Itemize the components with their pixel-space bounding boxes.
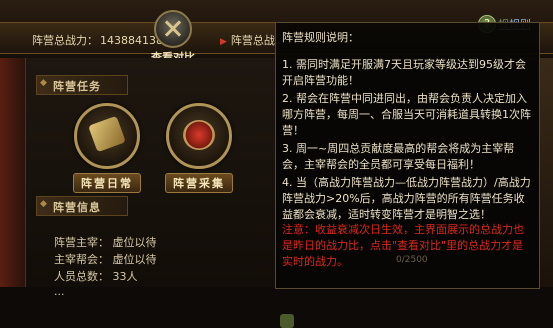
- task-gather[interactable]: 阵营采集: [162, 103, 236, 193]
- gear-icon[interactable]: [280, 314, 294, 328]
- tooltip-title: 阵营规则说明：: [282, 31, 359, 44]
- rule-4: 4. 当（高战力阵营战力—低战力阵营战力）/高战力阵营战力>20%后，高战力阵营…: [282, 176, 531, 221]
- triangle-icon: ▶: [220, 37, 227, 47]
- info-section-header: 阵营信息: [36, 196, 128, 216]
- crossed-swords-icon: [154, 10, 192, 48]
- rule-1: 1. 需同时满足开服满7天且玩家等级达到95级才会开启阵营功能！: [282, 58, 526, 87]
- rule-2: 2. 帮会在阵营中同进同出，由帮会负责人决定加入哪方阵营，每周一、合服当天可消耗…: [282, 92, 531, 137]
- info-section-title: 阵营信息: [53, 201, 101, 214]
- info-guild: 主宰帮会： 虚位以待: [54, 253, 157, 266]
- task-daily-label: 阵营日常: [73, 173, 141, 193]
- left-camp-power: 阵营总战力： 143884138: [32, 32, 163, 48]
- left-decor-strip: [0, 58, 25, 287]
- camp-panel: 阵营任务 阵营日常 阵营采集 阵营信息 阵营主宰： 虚位以待 主宰帮会： 虚位以…: [25, 58, 294, 328]
- treasure-icon: [166, 103, 232, 169]
- rule-3: 3. 周一~周四总贡献度最高的帮会将成为主宰帮会，主宰帮会的全员都可享受每日福利…: [282, 142, 515, 171]
- scroll-icon: [74, 103, 140, 169]
- info-leader: 阵营主宰： 虚位以待: [54, 236, 157, 249]
- progress-text: 0/2500: [396, 255, 428, 265]
- tasks-section-title: 阵营任务: [53, 80, 101, 93]
- left-power-label: 阵营总战力：: [32, 34, 98, 47]
- right-camp-power: ▶ 阵营总战: [220, 32, 275, 48]
- task-gather-label: 阵营采集: [165, 173, 233, 193]
- compare-button[interactable]: 查看对比: [150, 10, 196, 64]
- rules-tooltip: 阵营规则说明： 1. 需同时满足开服满7天且玩家等级达到95级才会开启阵营功能！…: [275, 22, 540, 289]
- info-members: 人员总数： 33人: [54, 270, 138, 283]
- right-power-label: 阵营总战: [230, 34, 275, 47]
- tasks-section-header: 阵营任务: [36, 75, 128, 95]
- task-daily[interactable]: 阵营日常: [70, 103, 144, 193]
- right-decor-strip: [538, 58, 553, 287]
